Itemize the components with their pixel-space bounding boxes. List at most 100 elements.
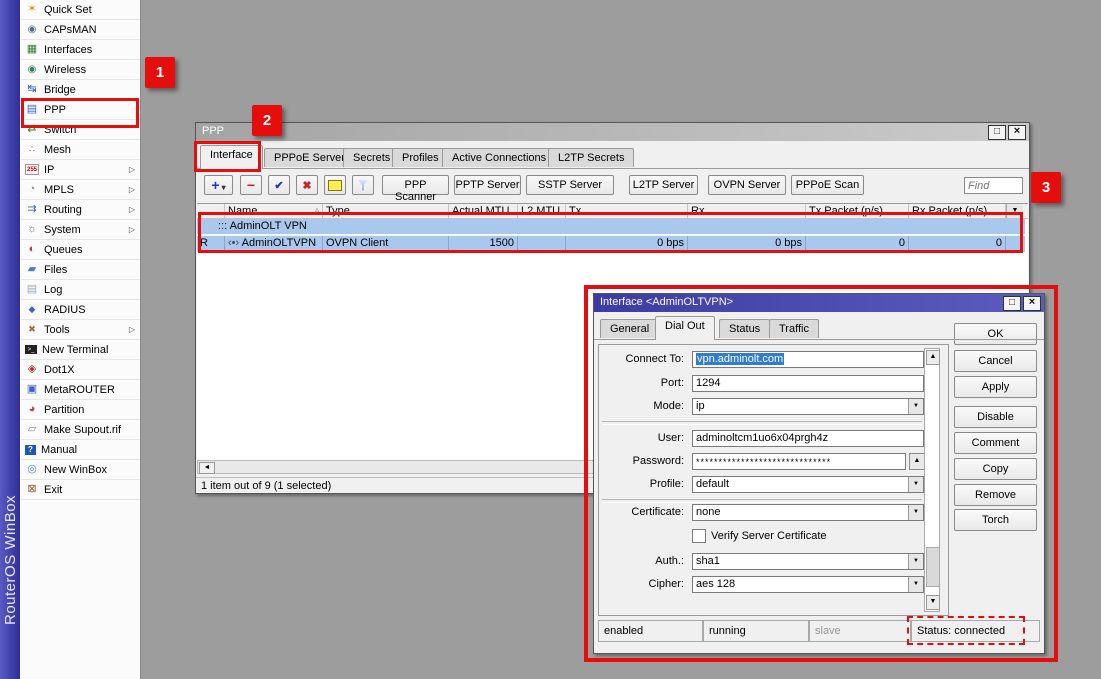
ppp-scanner-button[interactable]: PPP Scanner — [382, 175, 449, 195]
tab-general[interactable]: General — [600, 319, 659, 338]
dropdown-icon[interactable] — [908, 505, 923, 520]
user-input[interactable]: adminoltcm1uo6x04prgh4z — [692, 430, 924, 447]
row-name: ‹•› AdminOLTVPN — [225, 236, 323, 251]
comment-button[interactable] — [324, 175, 346, 195]
sstp-server-button[interactable]: SSTP Server — [526, 175, 614, 195]
column-l2-mtu[interactable]: L2 MTU — [518, 204, 566, 218]
sidebar-item-mpls[interactable]: MPLS — [21, 180, 140, 200]
certificate-select[interactable]: none — [692, 504, 924, 521]
sidebar-item-log[interactable]: Log — [21, 280, 140, 300]
column-actual-mtu[interactable]: Actual MTU — [449, 204, 518, 218]
tab-l2tp-secrets[interactable]: L2TP Secrets — [548, 148, 634, 167]
maximize-icon[interactable] — [988, 125, 1006, 140]
sidebar-item-system[interactable]: System — [21, 220, 140, 240]
tab-profiles[interactable]: Profiles — [392, 148, 449, 167]
sidebar-item-wireless[interactable]: Wireless — [21, 60, 140, 80]
cancel-button[interactable]: Cancel — [954, 350, 1037, 372]
l2tp-server-button[interactable]: L2TP Server — [629, 175, 698, 195]
add-button[interactable]: + — [204, 175, 233, 195]
sidebar-menu: Quick Set CAPsMAN Interfaces Wireless Br… — [21, 0, 141, 679]
column-rx[interactable]: Rx — [688, 204, 806, 218]
scrollbar-thumb[interactable] — [926, 547, 940, 587]
disable-button[interactable]: Disable — [954, 406, 1037, 428]
ok-button[interactable]: OK — [954, 323, 1037, 345]
maximize-icon[interactable] — [1003, 296, 1021, 311]
tab-status[interactable]: Status — [719, 319, 770, 338]
column-tx[interactable]: Tx — [566, 204, 688, 218]
port-input[interactable]: 1294 — [692, 375, 924, 392]
tab-traffic[interactable]: Traffic — [769, 319, 819, 338]
sidebar-item-new-winbox[interactable]: New WinBox — [21, 460, 140, 480]
row-l2-mtu — [518, 236, 566, 251]
comment-row[interactable]: ::: AdminOLT VPN — [197, 219, 1025, 234]
sidebar-item-new-terminal[interactable]: New Terminal — [21, 340, 140, 360]
comment-button[interactable]: Comment — [954, 432, 1037, 454]
dropdown-icon[interactable] — [908, 477, 923, 492]
connect-to-input[interactable]: vpn.adminolt.com — [692, 351, 924, 368]
tab-dial-out[interactable]: Dial Out — [655, 316, 715, 340]
remove-button[interactable]: − — [240, 175, 262, 195]
submenu-arrow-icon — [129, 325, 135, 334]
password-reveal-icon[interactable]: ▲ — [909, 453, 925, 470]
ppp-window-titlebar[interactable]: PPP — [196, 123, 1029, 141]
column-name[interactable]: Name▵ — [225, 204, 323, 218]
dropdown-icon[interactable] — [908, 577, 923, 592]
auth-select[interactable]: sha1 — [692, 553, 924, 570]
dropdown-icon[interactable] — [908, 554, 923, 569]
sidebar-item-partition[interactable]: Partition — [21, 400, 140, 420]
scroll-down-icon[interactable]: ▼ — [926, 595, 940, 610]
sidebar-item-interfaces[interactable]: Interfaces — [21, 40, 140, 60]
mode-select[interactable]: ip — [692, 398, 924, 415]
pptp-server-button[interactable]: PPTP Server — [454, 175, 521, 195]
sidebar-item-radius[interactable]: RADIUS — [21, 300, 140, 320]
sidebar-item-routing[interactable]: Routing — [21, 200, 140, 220]
column-select-dropdown[interactable]: ▼ — [1006, 204, 1023, 218]
disable-button[interactable]: ✖ — [296, 175, 318, 195]
tab-interface[interactable]: Interface — [200, 145, 263, 169]
sidebar-item-bridge[interactable]: Bridge — [21, 80, 140, 100]
column-tx-packet[interactable]: Tx Packet (p/s) — [806, 204, 909, 218]
password-input[interactable]: ****************************** — [692, 453, 906, 470]
pppoe-scan-button[interactable]: PPPoE Scan — [791, 175, 864, 195]
sidebar-item-dot1x[interactable]: Dot1X — [21, 360, 140, 380]
apply-button[interactable]: Apply — [954, 376, 1037, 398]
tab-active-connections[interactable]: Active Connections — [442, 148, 556, 167]
sidebar-item-tools[interactable]: Tools — [21, 320, 140, 340]
find-input[interactable] — [964, 177, 1023, 194]
sidebar-item-make-supout[interactable]: Make Supout.rif — [21, 420, 140, 440]
ovpn-server-button[interactable]: OVPN Server — [708, 175, 786, 195]
dialog-titlebar[interactable]: Interface <AdminOLTVPN> — [594, 294, 1044, 312]
verify-server-certificate-checkbox[interactable] — [692, 529, 706, 543]
sidebar-item-metarouter[interactable]: MetaROUTER — [21, 380, 140, 400]
sidebar-item-queues[interactable]: Queues — [21, 240, 140, 260]
close-icon[interactable] — [1008, 125, 1026, 140]
enable-button[interactable]: ✔ — [268, 175, 290, 195]
column-rx-packet[interactable]: Rx Packet (p/s) — [909, 204, 1006, 218]
copy-button[interactable]: Copy — [954, 458, 1037, 480]
sidebar-item-capsman[interactable]: CAPsMAN — [21, 20, 140, 40]
form-scrollbar[interactable]: ▲ ▼ — [924, 348, 940, 612]
profile-select[interactable]: default — [692, 476, 924, 493]
column-flags[interactable] — [197, 204, 225, 218]
scroll-left-icon[interactable]: ◄ — [199, 462, 215, 474]
sidebar-item-mesh[interactable]: Mesh — [21, 140, 140, 160]
column-type[interactable]: Type — [323, 204, 449, 218]
sidebar-item-exit[interactable]: Exit — [21, 480, 140, 500]
exit-icon — [25, 484, 39, 496]
dropdown-icon[interactable] — [908, 399, 923, 414]
remove-button[interactable]: Remove — [954, 484, 1037, 506]
sidebar-item-switch[interactable]: Switch — [21, 120, 140, 140]
sidebar-item-files[interactable]: Files — [21, 260, 140, 280]
sidebar-item-ip[interactable]: IP — [21, 160, 140, 180]
sidebar-item-ppp[interactable]: PPP — [21, 100, 140, 120]
sidebar-item-quick-set[interactable]: Quick Set — [21, 0, 140, 20]
cipher-select[interactable]: aes 128 — [692, 576, 924, 593]
filter-button[interactable] — [352, 175, 374, 195]
torch-button[interactable]: Torch — [954, 509, 1037, 531]
sidebar-item-manual[interactable]: Manual — [21, 440, 140, 460]
files-icon — [25, 264, 39, 276]
close-icon[interactable] — [1023, 296, 1041, 311]
table-row[interactable]: R ‹•› AdminOLTVPN OVPN Client 1500 0 bps… — [197, 235, 1025, 252]
field-user: User: adminoltcm1uo6x04prgh4z — [600, 430, 940, 447]
scroll-up-icon[interactable]: ▲ — [926, 350, 940, 365]
